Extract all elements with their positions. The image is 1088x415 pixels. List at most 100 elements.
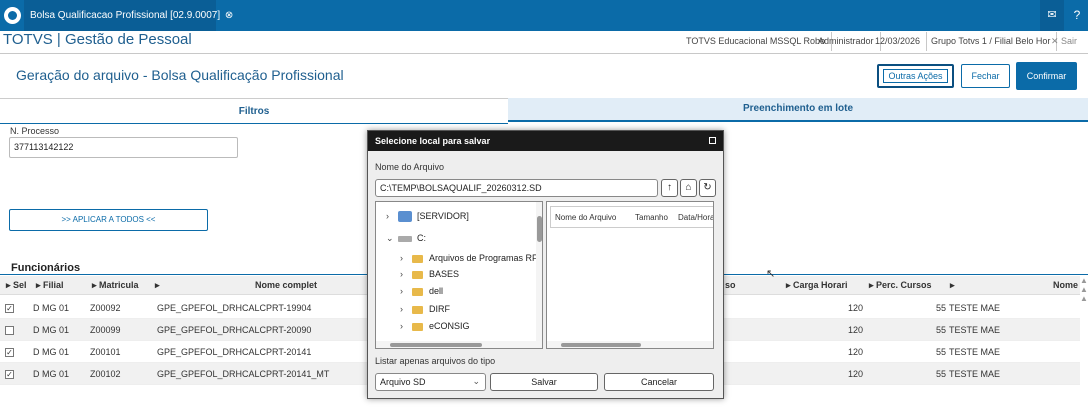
cell-nome2: TESTE MAE — [949, 347, 1001, 357]
other-actions-button[interactable]: Outras Ações — [883, 69, 948, 83]
cell-nome2: TESTE MAE — [949, 303, 1001, 313]
chevron-right-icon[interactable]: › — [400, 321, 412, 331]
tree-item-servidor[interactable]: › [SERVIDOR] — [386, 211, 469, 223]
close-button[interactable]: Fechar — [961, 64, 1010, 88]
branch-label[interactable]: Grupo Totvs 1 / Filial Belo Hor — [925, 32, 1058, 51]
cell-filial: D MG 01 — [33, 325, 70, 335]
files-horizontal-scrollbar[interactable] — [547, 341, 713, 348]
chevron-right-icon[interactable]: › — [386, 211, 398, 221]
grid-scroll-arrows[interactable]: ▲ ▲ ▲ — [1080, 276, 1088, 306]
apply-all-button[interactable]: >> APLICAR A TODOS << — [9, 209, 208, 231]
process-number-input[interactable]: 377113142122 — [9, 137, 238, 158]
folder-icon — [412, 322, 423, 331]
help-icon[interactable]: ? — [1066, 0, 1088, 31]
tree-item-folder[interactable]: › dell — [400, 286, 443, 296]
col-file-size[interactable]: Tamanho — [635, 213, 668, 222]
col-nome[interactable]: Nome complet — [255, 280, 317, 290]
cell-matricula: Z00102 — [90, 369, 121, 379]
folder-tree[interactable]: › [SERVIDOR] ⌄ C: › Arquivos de Programas R… — [375, 201, 543, 349]
refresh-icon[interactable]: ↻ — [699, 179, 716, 197]
cell-carga: 120 — [848, 347, 864, 357]
home-icon[interactable]: ⌂ — [680, 179, 697, 197]
save-location-dialog: Selecione local para salvar Nome do Arqu… — [367, 130, 724, 399]
dialog-maximize-icon[interactable] — [709, 137, 716, 144]
cell-filial: D MG 01 — [33, 369, 70, 379]
tabs-divider — [0, 123, 508, 124]
cell-nome: GPE_GPEFOL_DRHCALCPRT-19904 — [157, 303, 312, 313]
cell-carga: 120 — [848, 369, 864, 379]
col-file-date[interactable]: Data/Hora — [678, 213, 713, 222]
chevron-right-icon[interactable]: › — [400, 304, 412, 314]
cell-carga: 120 — [848, 303, 864, 313]
server-icon — [398, 211, 412, 223]
file-path-input[interactable]: C:\TEMP\BOLSAQUALIF_20260312.SD — [375, 179, 658, 197]
tab-filters[interactable]: Filtros — [0, 98, 508, 124]
file-type-label: Listar apenas arquivos do tipo — [375, 356, 496, 366]
exit-button[interactable]: ✕ Sair — [1045, 32, 1083, 51]
tree-item-folder[interactable]: › DIRF — [400, 304, 450, 314]
save-button[interactable]: Salvar — [490, 373, 598, 391]
row-checkbox[interactable] — [5, 326, 14, 335]
col-sort-icon[interactable]: ▸ — [155, 280, 160, 291]
totvs-logo-icon — [4, 7, 21, 24]
scroll-thumb[interactable] — [390, 343, 482, 347]
page-title: Geração do arquivo - Bolsa Qualificação … — [16, 67, 344, 83]
cell-nome2: TESTE MAE — [949, 325, 1001, 335]
col-sel[interactable]: ▸ Sel — [6, 280, 27, 291]
header-divider — [0, 53, 1088, 54]
chevron-down-icon: ⌄ — [472, 376, 480, 386]
col-matricula[interactable]: ▸ Matricula — [92, 280, 139, 291]
up-folder-icon[interactable]: ↑ — [661, 179, 678, 197]
tree-item-folder[interactable]: › Arquivos de Programas RF — [400, 253, 538, 263]
row-checkbox[interactable]: ✓ — [5, 370, 14, 379]
window-tab-title: Bolsa Qualificacao Profissional [02.9.00… — [30, 10, 221, 21]
date-label[interactable]: 12/03/2026 — [869, 32, 928, 51]
col-sort-icon-2[interactable]: ▸ — [950, 280, 955, 291]
chevron-right-icon[interactable]: › — [400, 269, 412, 279]
cancel-button[interactable]: Cancelar — [604, 373, 714, 391]
folder-icon — [412, 305, 423, 314]
file-list[interactable]: Nome do Arquivo Tamanho Data/Hora — [546, 201, 714, 349]
col-file-name[interactable]: Nome do Arquivo — [555, 213, 616, 222]
folder-icon — [412, 254, 423, 263]
cell-nome: GPE_GPEFOL_DRHCALCPRT-20090 — [157, 325, 312, 335]
drive-icon — [398, 235, 412, 242]
tab-batch-fill[interactable]: Preenchimento em lote — [508, 98, 1088, 122]
col-carga[interactable]: ▸ Carga Horari — [786, 280, 848, 291]
close-tab-icon[interactable]: ⊗ — [225, 10, 233, 21]
environment-label[interactable]: TOTVS Educacional MSSQL Robo — [680, 32, 833, 51]
cell-matricula: Z00101 — [90, 347, 121, 357]
chevron-down-icon[interactable]: ⌄ — [386, 233, 398, 244]
tree-item-c[interactable]: ⌄ C: — [386, 233, 426, 244]
tree-item-folder[interactable]: › BASES — [400, 269, 459, 279]
scroll-thumb[interactable] — [561, 343, 641, 347]
cell-nome: GPE_GPEFOL_DRHCALCPRT-20141_MT — [157, 369, 330, 379]
col-filial[interactable]: ▸ Filial — [36, 280, 64, 291]
mail-icon[interactable]: ✉ — [1040, 0, 1064, 31]
window-tab[interactable]: Bolsa Qualificacao Profissional [02.9.00… — [24, 0, 233, 31]
folder-icon — [412, 287, 423, 296]
app-brand: TOTVS | Gestão de Pessoal — [3, 31, 192, 48]
file-type-select[interactable]: Arquivo SD ⌄ — [375, 373, 486, 391]
row-checkbox[interactable]: ✓ — [5, 348, 14, 357]
tree-item-folder[interactable]: › eCONSIG — [400, 321, 470, 331]
cell-perc: 55 — [936, 325, 947, 335]
cell-carga: 120 — [848, 325, 864, 335]
cell-perc: 55 — [936, 303, 947, 313]
cell-filial: D MG 01 — [33, 303, 70, 313]
cell-nome: GPE_GPEFOL_DRHCALCPRT-20141 — [157, 347, 312, 357]
filename-label: Nome do Arquivo — [375, 162, 445, 172]
col-nome2[interactable]: Nome — [1053, 280, 1078, 290]
folder-icon — [412, 270, 423, 279]
tree-vertical-scrollbar[interactable] — [536, 202, 542, 348]
col-perc[interactable]: ▸ Perc. Cursos — [869, 280, 932, 291]
confirm-button[interactable]: Confirmar — [1016, 62, 1077, 90]
cell-filial: D MG 01 — [33, 347, 70, 357]
chevron-right-icon[interactable]: › — [400, 286, 412, 296]
row-checkbox[interactable]: ✓ — [5, 304, 14, 313]
chevron-right-icon[interactable]: › — [400, 253, 412, 263]
employees-section-title: Funcionários — [11, 262, 81, 274]
cell-perc: 55 — [936, 347, 947, 357]
scroll-thumb[interactable] — [537, 216, 542, 242]
tree-horizontal-scrollbar[interactable] — [376, 341, 536, 348]
